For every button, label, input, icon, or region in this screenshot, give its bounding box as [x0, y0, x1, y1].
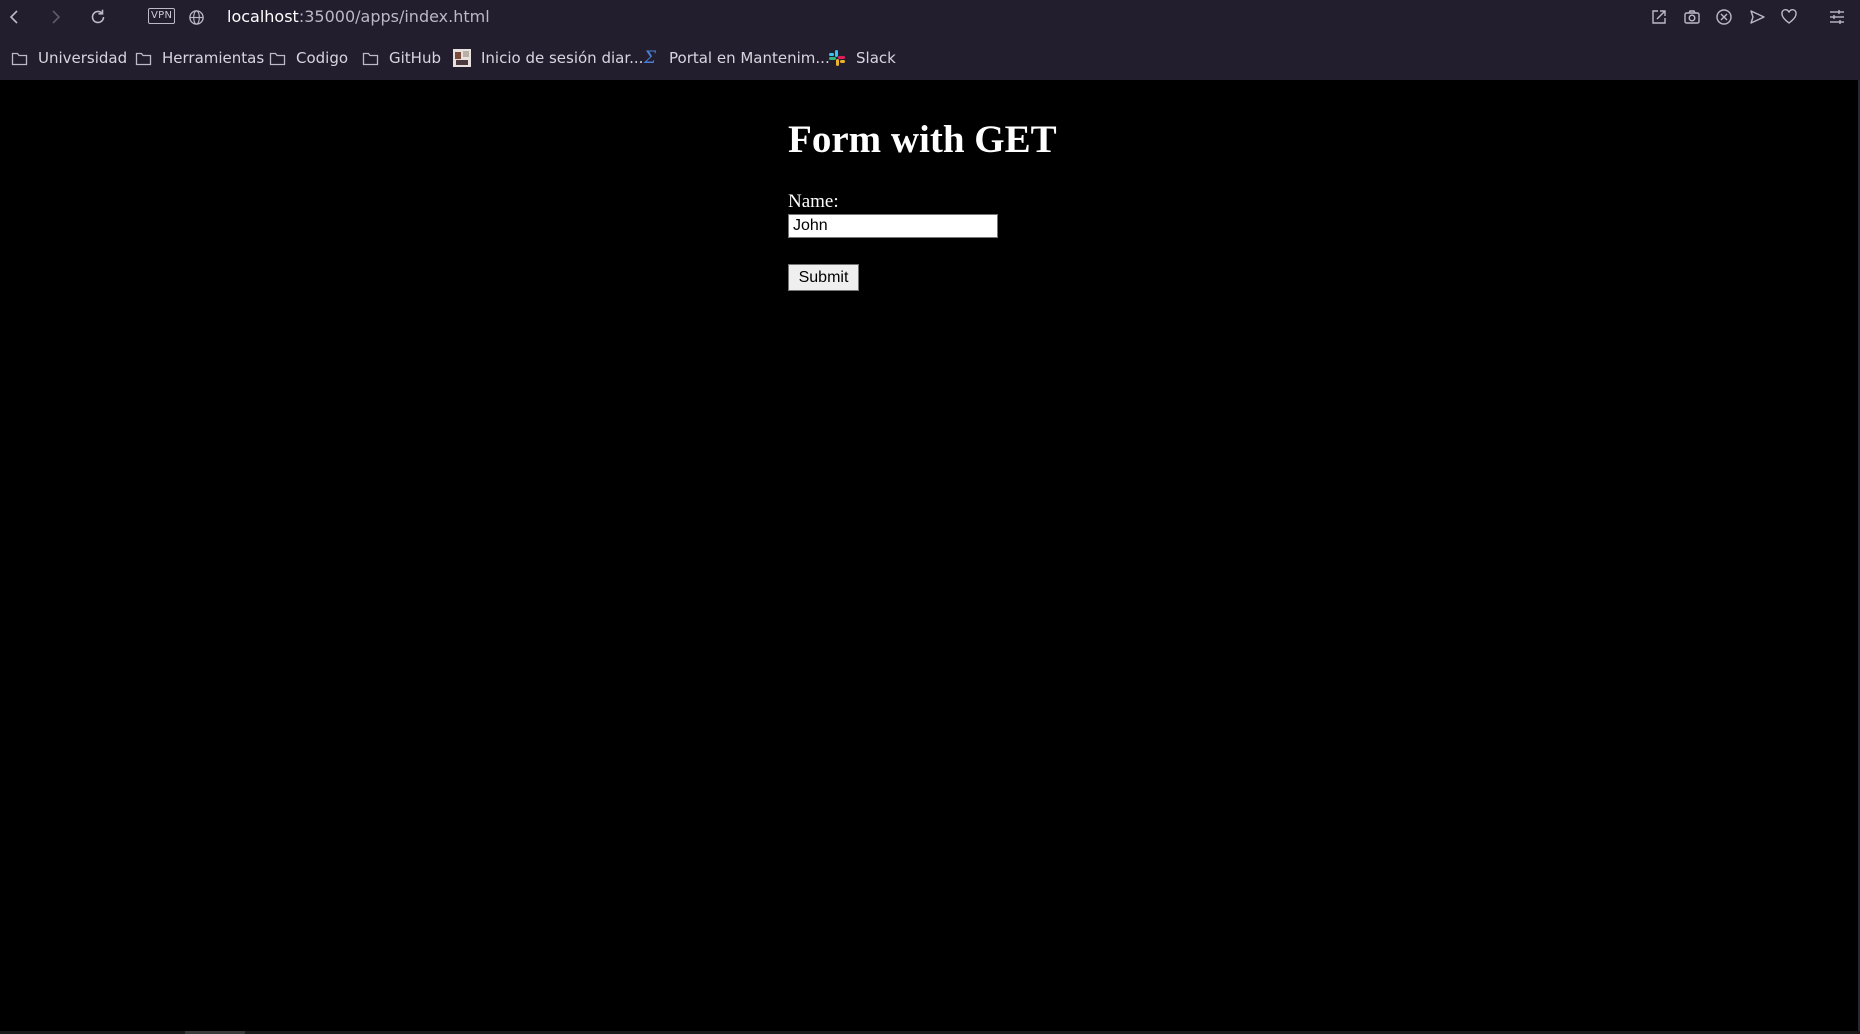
back-icon — [7, 9, 23, 25]
site-info-button[interactable] — [183, 4, 209, 30]
camera-icon — [1683, 8, 1701, 26]
folder-icon — [9, 48, 29, 68]
easy-setup-button[interactable] — [1824, 4, 1850, 30]
forward-button[interactable] — [42, 4, 68, 30]
name-label: Name: — [788, 191, 839, 212]
vpn-badge[interactable]: VPN — [148, 8, 176, 24]
browser-chrome: VPN localhost:35000/apps/index.html Univ… — [0, 0, 1860, 80]
send-icon — [1748, 8, 1766, 26]
name-input[interactable] — [788, 214, 998, 238]
send-button[interactable] — [1744, 4, 1770, 30]
address-bar[interactable]: localhost:35000/apps/index.html — [227, 6, 490, 28]
slack-icon — [827, 48, 847, 68]
share-button[interactable] — [1646, 4, 1672, 30]
url-host: localhost — [227, 7, 299, 26]
bookmark-portal[interactable]: Σ Portal en Mantenim... — [640, 44, 830, 72]
page-title: Form with GET — [788, 118, 1057, 161]
bookmark-codigo[interactable]: Codigo — [267, 44, 348, 72]
sigma-icon: Σ — [643, 48, 657, 68]
bookmark-label: Slack — [856, 49, 896, 67]
site-favicon — [452, 48, 472, 68]
settings-sliders-icon — [1828, 8, 1846, 26]
snapshot-button[interactable] — [1679, 4, 1705, 30]
bookmark-slack[interactable]: Slack — [827, 44, 896, 72]
back-button[interactable] — [2, 4, 28, 30]
reload-icon — [89, 8, 107, 26]
browser-toolbar: VPN localhost:35000/apps/index.html — [0, 0, 1860, 34]
folder-icon — [267, 48, 287, 68]
reload-button[interactable] — [85, 4, 111, 30]
bookmark-label: GitHub — [389, 49, 441, 67]
bookmark-label: Universidad — [38, 49, 128, 67]
folder-icon — [360, 48, 380, 68]
submit-button[interactable]: Submit — [788, 264, 859, 291]
bookmarks-bar: Universidad Herramientas Codigo GitHub I… — [0, 44, 1860, 72]
bookmark-label: Portal en Mantenim... — [669, 49, 830, 67]
forward-icon — [47, 9, 63, 25]
globe-icon — [188, 9, 205, 26]
bookmark-herramientas[interactable]: Herramientas — [133, 44, 264, 72]
bookmark-label: Herramientas — [162, 49, 265, 67]
bookmark-label: Inicio de sesión diar... — [481, 49, 644, 67]
adblock-icon — [1715, 8, 1733, 26]
bookmark-universidad[interactable]: Universidad — [9, 44, 127, 72]
share-icon — [1650, 8, 1668, 26]
heart-icon — [1780, 8, 1798, 26]
folder-icon — [133, 48, 153, 68]
adblock-button[interactable] — [1711, 4, 1737, 30]
bookmark-label: Codigo — [296, 49, 349, 67]
favorites-button[interactable] — [1776, 4, 1802, 30]
bookmark-inicio-sesion[interactable]: Inicio de sesión diar... — [452, 44, 643, 72]
bookmark-github[interactable]: GitHub — [360, 44, 441, 72]
url-path: :35000/apps/index.html — [298, 7, 490, 26]
